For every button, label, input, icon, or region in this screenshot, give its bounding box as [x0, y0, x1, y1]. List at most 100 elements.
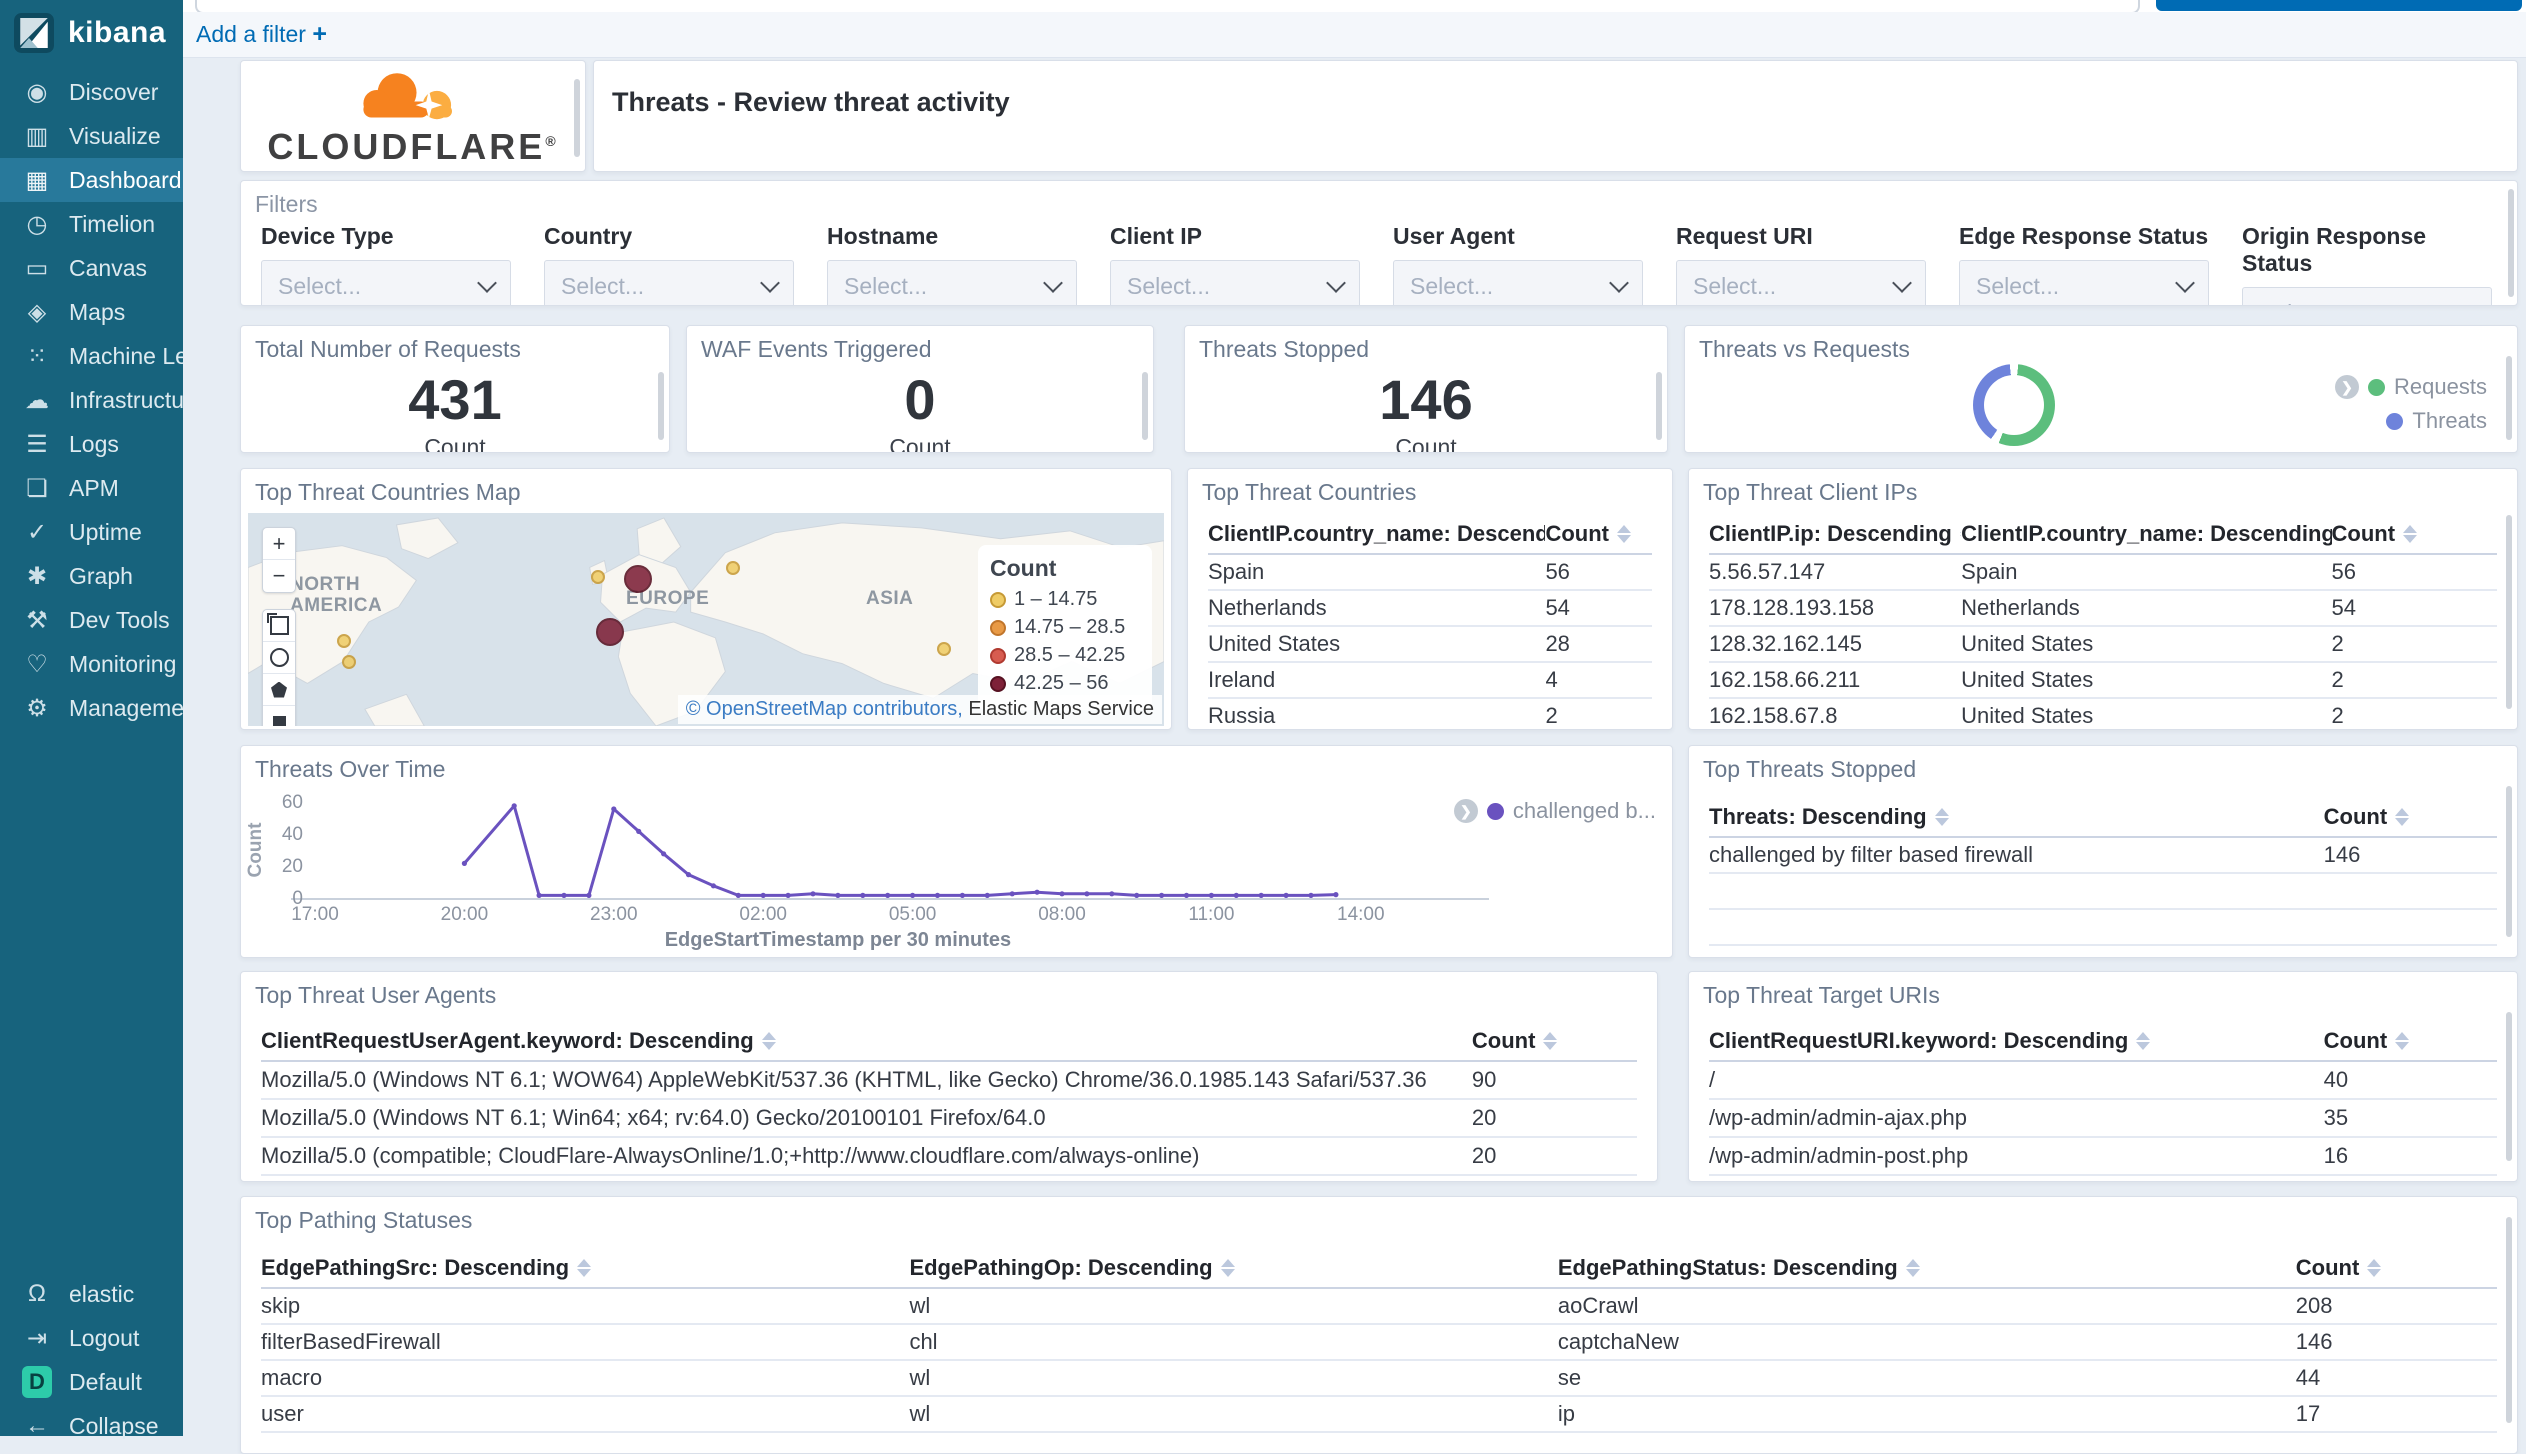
circle-tool-button[interactable] [263, 642, 295, 674]
table-row: Mozilla/5.0 (compatible; MSIE 9.0; Windo… [261, 1176, 1637, 1182]
add-filter-button[interactable]: Add a filter + [196, 20, 327, 49]
sort-icon[interactable] [2367, 1259, 2382, 1277]
legend-item-requests[interactable]: ❯ Requests [2335, 374, 2487, 400]
sidebar-footer-default[interactable]: D Default [0, 1360, 183, 1404]
filter-select[interactable]: Select... [1959, 260, 2209, 305]
sidebar-item-apm[interactable]: ❏ APM [0, 466, 183, 510]
column-header[interactable]: ClientIP.ip: Descending [1709, 521, 1962, 547]
panel-scrollbar[interactable] [2506, 786, 2512, 937]
top-threats-stopped-panel: Top Threats Stopped Threats: Descending C… [1688, 745, 2518, 958]
filter-select[interactable]: Select... [2242, 287, 2492, 305]
legend-item-threats[interactable]: Threats [2386, 408, 2487, 434]
table-cell: 56 [1545, 559, 1570, 584]
map-legend-title: Count [990, 555, 1057, 581]
polygon-tool-button[interactable] [263, 674, 295, 706]
map-legend-item: 1 – 14.75 [990, 588, 1140, 611]
column-header[interactable]: Count [2324, 1028, 2497, 1054]
sidebar-item-dashboard[interactable]: ▦ Dashboard [0, 158, 183, 202]
filter-select[interactable]: Select... [1393, 260, 1643, 305]
sort-icon[interactable] [1616, 525, 1631, 543]
svg-text:11:00: 11:00 [1188, 904, 1234, 925]
sidebar-footer-elastic[interactable]: Ωelastic [0, 1272, 183, 1316]
map-dot-united-states [337, 633, 352, 648]
legend-toggle-icon[interactable]: ❯ [2335, 375, 2360, 399]
column-header[interactable]: Count [1545, 521, 1652, 547]
sort-icon[interactable] [577, 1259, 592, 1277]
column-header[interactable]: EdgePathingSrc: Descending [261, 1255, 909, 1281]
user-icon: Ω [28, 1280, 46, 1307]
threats-over-time-chart: 0204060Count17:00 20:00 23:00 02:00 05:00 08:… [245, 792, 1489, 951]
column-header[interactable]: Count [2296, 1255, 2497, 1281]
osm-attribution-link[interactable]: © OpenStreetMap contributors, [686, 698, 963, 720]
filter-select[interactable]: Select... [261, 260, 511, 305]
column-header[interactable]: Count [2332, 521, 2497, 547]
sidebar-item-monitoring[interactable]: ♡ Monitoring [0, 642, 183, 686]
column-header[interactable]: Threats: Descending [1709, 804, 2324, 830]
sidebar-item-management[interactable]: ⚙ Management [0, 686, 183, 730]
svg-text:14:00: 14:00 [1337, 904, 1385, 925]
sidebar-item-maps[interactable]: ◈ Maps [0, 290, 183, 334]
sidebar-item-dev-tools[interactable]: ⚒ Dev Tools [0, 598, 183, 642]
zoom-out-button[interactable]: − [263, 560, 295, 592]
sidebar-item-uptime[interactable]: ✓ Uptime [0, 510, 183, 554]
column-header[interactable]: EdgePathingOp: Descending [909, 1255, 1557, 1281]
filter-label: Device Type [261, 223, 394, 249]
panel-scrollbar[interactable] [574, 79, 580, 157]
select-placeholder: Select... [1127, 272, 1211, 299]
sort-icon[interactable] [1220, 1259, 1235, 1277]
table-cell: se [1557, 1365, 1582, 1390]
panel-scrollbar[interactable] [1142, 372, 1148, 440]
update-button-fragment[interactable] [2156, 0, 2522, 11]
sidebar-item-infrastructure[interactable]: ☁ Infrastructure [0, 378, 183, 422]
column-header[interactable]: ClientIP.country_name: Descending [1961, 521, 2331, 547]
panel-scrollbar[interactable] [2506, 515, 2512, 709]
column-header[interactable]: ClientRequestURI.keyword: Descending [1709, 1028, 2324, 1054]
column-header[interactable]: ClientIP.country_name: Descending [1208, 521, 1545, 547]
sidebar-footer-logout[interactable]: ⇥ Logout [0, 1316, 183, 1360]
sort-icon[interactable] [1543, 1032, 1558, 1050]
svg-text:23:00: 23:00 [590, 904, 638, 925]
table-cell: Mozilla/5.0 (compatible; MSIE 9.0; Windo… [261, 1181, 1472, 1182]
sidebar-item-graph[interactable]: ✱ Graph [0, 554, 183, 598]
column-header[interactable]: EdgePathingStatus: Descending [1558, 1255, 2296, 1281]
zoom-in-button[interactable]: + [263, 528, 295, 560]
panel-scrollbar[interactable] [2506, 356, 2512, 440]
sort-icon[interactable] [1934, 808, 1949, 826]
timelion-icon: ◷ [26, 210, 48, 238]
legend-toggle-icon[interactable]: ❯ [1453, 799, 1478, 823]
sort-icon[interactable] [2395, 1032, 2410, 1050]
sidebar-footer-collapse[interactable]: ← Collapse [0, 1404, 183, 1448]
filter-select[interactable]: Select... [1110, 260, 1360, 305]
panel-scrollbar[interactable] [1656, 372, 1662, 440]
sort-icon[interactable] [2403, 525, 2418, 543]
sidebar-item-discover[interactable]: ◉ Discover [0, 70, 183, 114]
filter-select[interactable]: Select... [1676, 260, 1926, 305]
sort-icon[interactable] [761, 1032, 776, 1050]
filter-label: Hostname [827, 223, 939, 249]
panel-scrollbar[interactable] [2506, 1217, 2512, 1423]
rectangle-tool-button[interactable] [263, 706, 295, 726]
map-legend: Count 1 – 14.75 14.75 – 28.5 28.5 – 42.25 4… [978, 545, 1152, 710]
panel-scrollbar[interactable] [658, 372, 664, 440]
sort-icon[interactable] [2136, 1032, 2151, 1050]
sidebar-item-canvas[interactable]: ▭ Canvas [0, 246, 183, 290]
sidebar-item-timelion[interactable]: ◷ Timelion [0, 202, 183, 246]
legend-item-challenged-b-[interactable]: ❯ challenged b... [1453, 798, 1656, 824]
sidebar-item-visualize[interactable]: ▥ Visualize [0, 114, 183, 158]
filters-row: Device Type Select... Country Select... Host… [261, 223, 2492, 305]
crop-tool-button[interactable] [263, 610, 295, 642]
kibana-logo-row: kibana [0, 0, 183, 66]
sidebar-item-logs[interactable]: ☰ Logs [0, 422, 183, 466]
sort-icon[interactable] [2395, 808, 2410, 826]
sidebar-item-machine-le-[interactable]: ⁙ Machine Le... [0, 334, 183, 378]
panel-scrollbar[interactable] [2508, 189, 2514, 297]
sort-icon[interactable] [1905, 1259, 1920, 1277]
panel-scrollbar[interactable] [2506, 1012, 2512, 1161]
map-dot-united-states [341, 655, 356, 670]
column-header[interactable]: ClientRequestUserAgent.keyword: Descendi… [261, 1028, 1472, 1054]
column-header[interactable]: Count [1472, 1028, 1637, 1054]
column-header[interactable]: Count [2324, 804, 2497, 830]
filter-select[interactable]: Select... [544, 260, 794, 305]
filter-select[interactable]: Select... [827, 260, 1077, 305]
map-area[interactable]: NORTH AMERICA EUROPE ASIA + − Count 1 – 1… [248, 513, 1164, 726]
